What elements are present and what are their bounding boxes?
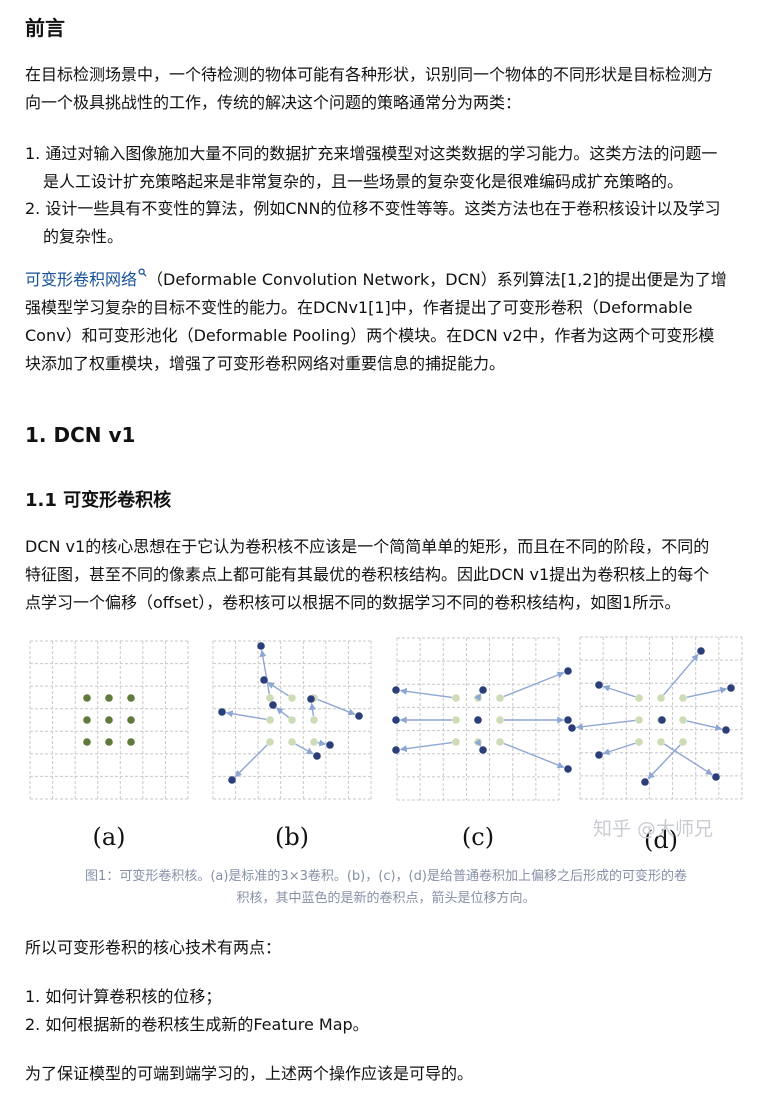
offset-arrow — [234, 744, 268, 778]
new-sampling-point — [392, 716, 400, 724]
deformable-kernel-figure: (a) (b) (c) (d) 知乎 @大师兄 — [29, 636, 743, 854]
new-sampling-point — [564, 716, 572, 724]
offset-arrow — [225, 710, 267, 721]
original-point — [452, 716, 460, 724]
original-point — [452, 694, 460, 702]
offset-arrow — [663, 743, 713, 776]
original-point — [474, 738, 482, 746]
dcn-v1-paragraph: DCN v1的核心思想在于它认为卷积核不应该是一个简简单单的矩形，而且在不同的阶… — [25, 537, 710, 612]
offset-arrow — [602, 685, 636, 698]
new-sampling-point — [269, 701, 277, 709]
sampling-point — [105, 738, 113, 746]
new-sampling-point — [474, 716, 482, 724]
original-point — [288, 694, 296, 702]
sampling-point — [127, 716, 135, 724]
new-sampling-point — [568, 724, 576, 732]
original-point — [679, 716, 687, 724]
panel-label-c: (c) — [462, 823, 494, 851]
sampling-point — [105, 694, 113, 702]
new-sampling-point — [392, 686, 400, 694]
section-heading-foreword: 前言 — [25, 16, 65, 40]
new-sampling-point — [218, 708, 226, 716]
original-point — [266, 694, 274, 702]
new-sampling-point — [307, 695, 315, 703]
new-sampling-point — [697, 647, 705, 655]
original-point — [496, 716, 504, 724]
offset-arrow — [602, 742, 636, 755]
panel-label-b: (b) — [275, 823, 309, 851]
sampling-point — [83, 694, 91, 702]
sampling-point — [127, 694, 135, 702]
new-sampling-point — [479, 746, 487, 754]
original-point — [310, 716, 318, 724]
offset-arrow — [275, 707, 290, 719]
offset-arrow — [399, 741, 453, 753]
original-point — [496, 738, 504, 746]
new-sampling-point — [257, 642, 265, 650]
new-sampling-point — [564, 667, 572, 675]
offset-arrow — [647, 744, 681, 780]
sampling-point — [105, 716, 113, 724]
new-sampling-point — [479, 686, 487, 694]
panel-label-a: (a) — [92, 823, 125, 851]
new-sampling-point — [712, 773, 720, 781]
outro-closing: 为了保证模型的可端到端学习的，上述两个操作应该是可导的。 — [25, 1064, 474, 1083]
original-point — [474, 694, 482, 702]
sampling-point — [83, 738, 91, 746]
original-point — [635, 738, 643, 746]
offset-arrow — [295, 743, 314, 755]
original-point — [657, 694, 665, 702]
original-point — [266, 716, 274, 724]
figure-1: (a) (b) (c) (d) 知乎 @大师兄 — [25, 633, 747, 858]
offset-arrow — [317, 698, 356, 716]
new-sampling-point — [727, 684, 735, 692]
new-sampling-point — [595, 751, 603, 759]
original-point — [635, 716, 643, 724]
offset-arrow — [309, 702, 316, 717]
original-point — [657, 738, 665, 746]
sampling-point — [127, 738, 135, 746]
list-item: 1. 通过对输入图像施加大量不同的数据扩充来增强模型对这类数据的学习能力。这类方… — [25, 144, 718, 191]
watermark: 知乎 @大师兄 — [593, 818, 713, 840]
offset-arrow — [317, 739, 327, 747]
offset-arrow — [686, 686, 728, 698]
new-sampling-point — [658, 716, 666, 724]
original-point — [310, 738, 318, 746]
new-sampling-point — [722, 726, 730, 734]
offset-arrow — [686, 720, 723, 731]
new-sampling-point — [355, 712, 363, 720]
original-point — [452, 738, 460, 746]
list-item: 2. 设计一些具有不变性的算法，例如CNN的位移不变性等等。这类方法也在于卷积核… — [25, 199, 721, 246]
original-point — [288, 716, 296, 724]
original-point — [679, 738, 687, 746]
original-point — [679, 694, 687, 702]
offset-arrow — [259, 649, 271, 695]
search-icon — [138, 268, 147, 277]
original-point — [288, 738, 296, 746]
new-sampling-point — [595, 681, 603, 689]
dcn-link[interactable]: 可变形卷积网络 — [25, 268, 147, 289]
new-sampling-point — [326, 741, 334, 749]
dcn-paragraph: 可变形卷积网络 （Deformable Convolution Network，D… — [25, 268, 727, 373]
section-heading-dcn-v1: 1. DCN v1 — [25, 423, 136, 447]
figure-caption: 图1：可变形卷积核。(a)是标准的3×3卷积。(b)，(c)，(d)是给普通卷积… — [85, 869, 687, 906]
original-point — [635, 694, 643, 702]
original-point — [496, 694, 504, 702]
new-sampling-point — [564, 765, 572, 773]
new-sampling-point — [260, 676, 268, 684]
intro-paragraph: 在目标检测场景中，一个待检测的物体可能有各种形状，识别同一个物体的不同形状是目标… — [25, 65, 714, 112]
original-point — [266, 738, 274, 746]
new-sampling-point — [228, 776, 236, 784]
outro-points: 1. 如何计算卷积核的位移； 2. 如何根据新的卷积核生成新的Feature Ma… — [25, 987, 369, 1034]
offset-arrow — [399, 687, 453, 699]
new-sampling-point — [641, 778, 649, 786]
sampling-point — [83, 716, 91, 724]
subsection-heading: 1.1 可变形卷积核 — [25, 490, 172, 511]
new-sampling-point — [313, 752, 321, 760]
new-sampling-point — [392, 746, 400, 754]
outro-lead: 所以可变形卷积的核心技术有两点： — [25, 938, 282, 957]
offset-arrow — [267, 681, 290, 697]
